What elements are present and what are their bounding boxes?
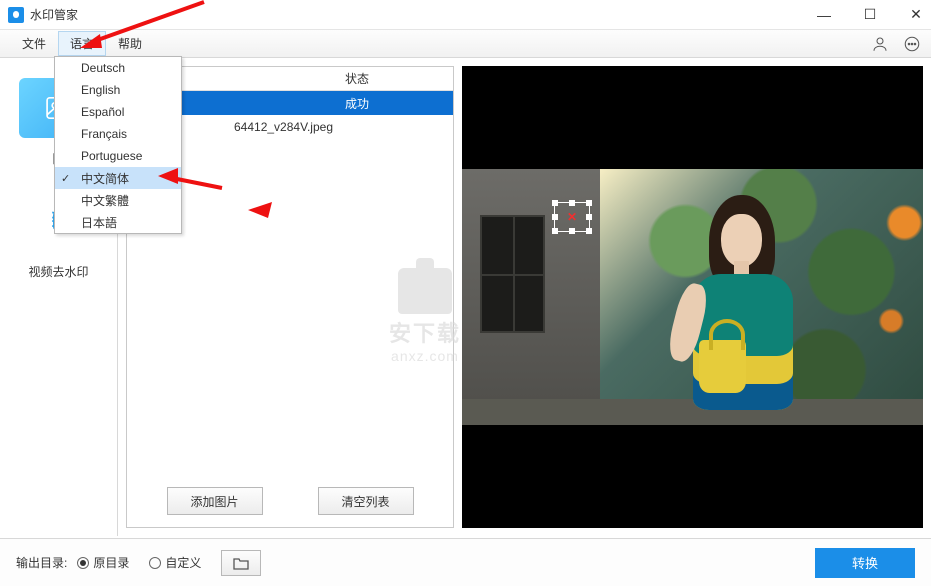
lang-english[interactable]: English xyxy=(55,79,181,101)
user-icon[interactable] xyxy=(871,35,889,53)
app-title: 水印管家 xyxy=(30,6,78,23)
chat-icon[interactable] xyxy=(903,35,921,53)
video-mode-label: 视频去水印 xyxy=(0,263,117,280)
titlebar: 水印管家 — ☐ ✕ xyxy=(0,0,931,30)
close-button[interactable]: ✕ xyxy=(909,6,923,23)
clear-list-button[interactable]: 清空列表 xyxy=(318,487,414,515)
lang-zh-simplified[interactable]: ✓中文简体 xyxy=(55,167,181,189)
close-icon[interactable]: ✕ xyxy=(567,210,577,224)
menu-help[interactable]: 帮助 xyxy=(106,31,154,56)
app-icon xyxy=(8,7,24,23)
selection-box[interactable]: ✕ xyxy=(554,202,590,232)
convert-button[interactable]: 转换 xyxy=(815,548,915,578)
menu-file[interactable]: 文件 xyxy=(10,31,58,56)
add-image-button[interactable]: 添加图片 xyxy=(167,487,263,515)
browse-folder-button[interactable] xyxy=(221,550,261,576)
radio-original-dir[interactable]: 原目录 xyxy=(77,554,129,571)
lang-francais[interactable]: Français xyxy=(55,123,181,145)
lang-deutsch[interactable]: Deutsch xyxy=(55,57,181,79)
menu-language[interactable]: 语言 xyxy=(58,31,106,56)
maximize-button[interactable]: ☐ xyxy=(863,6,877,23)
preview-image xyxy=(462,169,923,425)
lang-japanese[interactable]: 日本語 xyxy=(55,211,181,233)
output-dir-label: 输出目录: xyxy=(16,554,67,571)
preview-pane[interactable]: ✕ xyxy=(462,66,923,528)
language-dropdown: Deutsch English Español Français Portugu… xyxy=(54,56,182,234)
folder-icon xyxy=(233,556,249,570)
lang-portuguese[interactable]: Portuguese xyxy=(55,145,181,167)
col-header-status: 状态 xyxy=(337,70,453,87)
lang-zh-traditional[interactable]: 中文繁體 xyxy=(55,189,181,211)
minimize-button[interactable]: — xyxy=(817,7,831,23)
radio-custom-dir[interactable]: 自定义 xyxy=(149,554,201,571)
lang-espanol[interactable]: Español xyxy=(55,101,181,123)
menubar: 文件 语言 帮助 xyxy=(0,30,931,58)
footer: 输出目录: 原目录 自定义 转换 xyxy=(0,538,931,586)
